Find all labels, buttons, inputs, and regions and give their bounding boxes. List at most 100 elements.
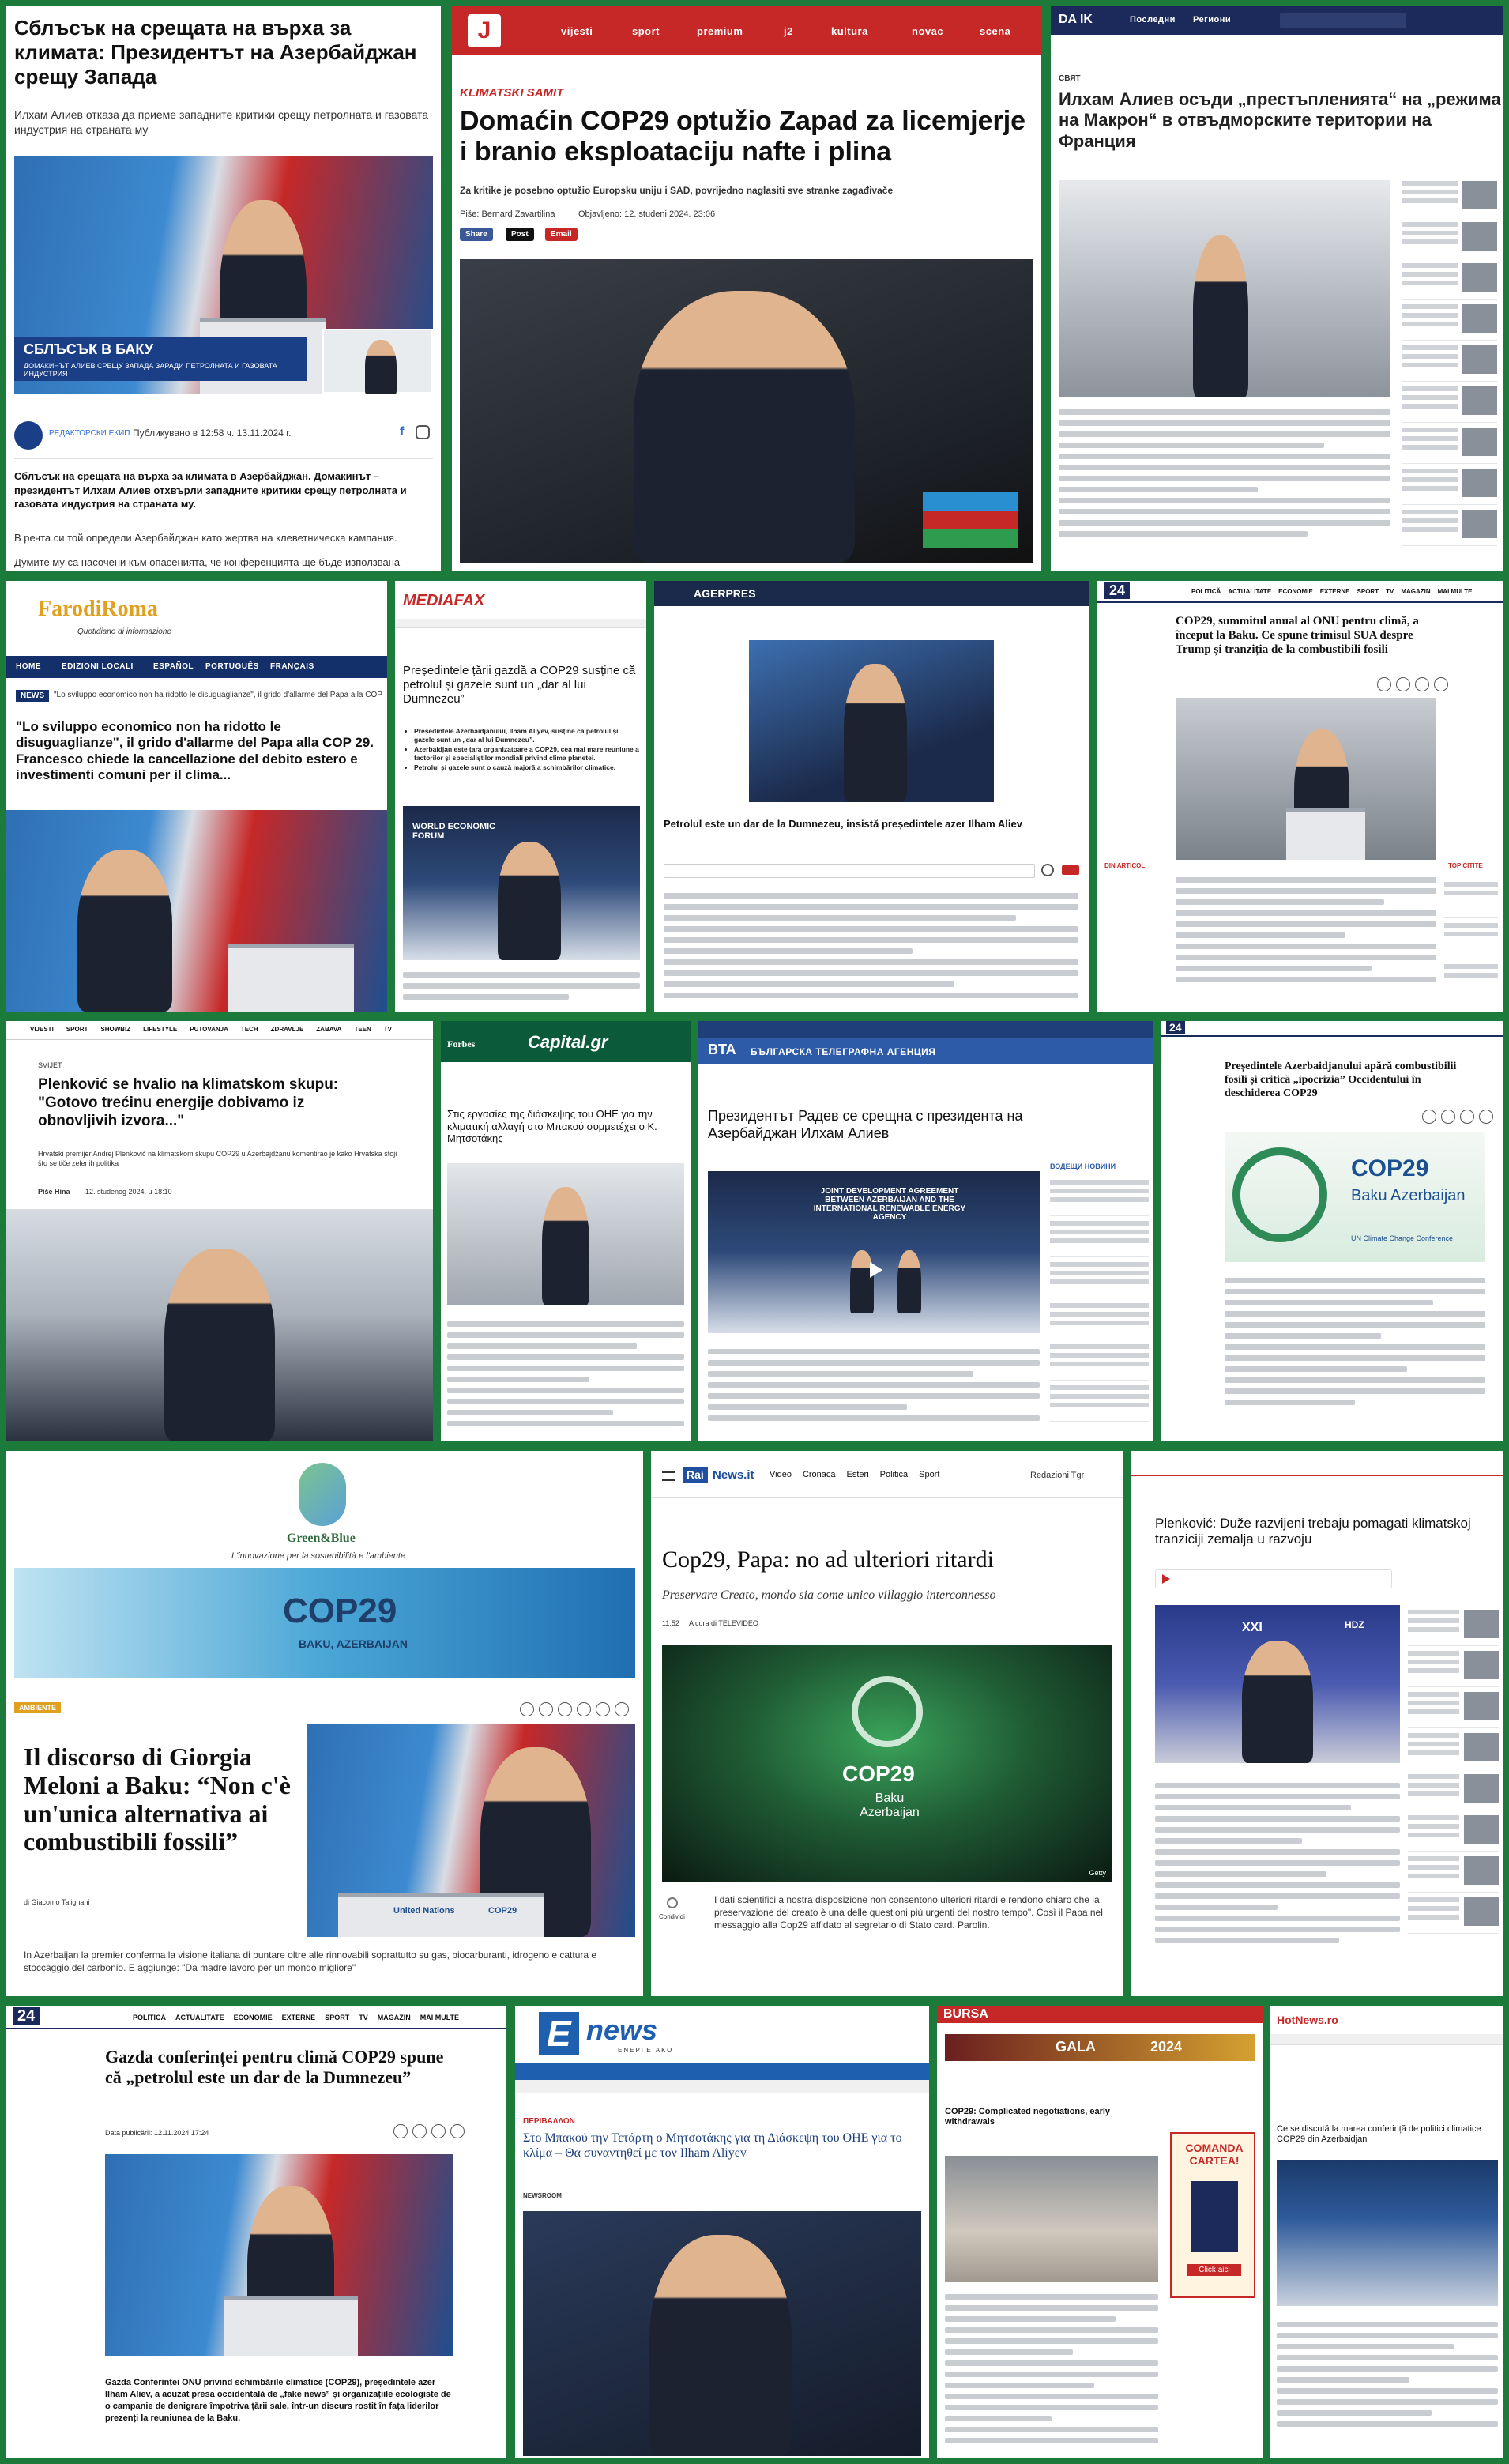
share-icons[interactable] [1422,1110,1493,1124]
share-icons[interactable] [520,1702,629,1716]
site-logo[interactable]: BURSA [943,2007,988,2021]
nav-item[interactable]: Sport [919,1470,939,1479]
menu-icon[interactable] [662,1471,675,1481]
nav-item[interactable]: ZDRAVLJE [271,1026,304,1033]
nav-item[interactable]: SPORT [325,2014,349,2021]
article-headline[interactable]: Domaćin COP29 optužio Zapad za licemjerj… [460,106,1029,168]
nav-item[interactable]: SPORT [66,1026,88,1033]
site-logo-suffix[interactable]: news [586,2014,657,2047]
author-label[interactable]: РЕДАКТОРСКИ ЕКИП [49,428,130,439]
nav-item[interactable]: ECONOMIE [234,2014,273,2021]
nav-item-sport[interactable]: sport [632,25,660,37]
tile-bursa[interactable]: BURSA GALA 2024 COP29: Complicated negot… [937,2006,1263,2458]
nav-item-local[interactable]: EDIZIONI LOCALI [62,662,134,671]
nav-item[interactable]: Politica [880,1470,908,1479]
site-logo[interactable]: MEDIAFAX [403,592,484,610]
nav-item[interactable]: VIJESTI [30,1026,54,1033]
article-headline[interactable]: Petrolul este un dar de la Dumnezeu, ins… [664,818,1082,831]
article-headline[interactable]: Gazda conferinței pentru climă COP29 spu… [105,2047,445,2089]
nav-item-espanol[interactable]: ESPAÑOL [153,662,194,671]
nav-item-latest[interactable]: Последни [1130,15,1176,24]
nav-item-kultura[interactable]: kultura [831,25,868,37]
site-logo[interactable]: DA IK [1059,13,1093,27]
site-logo[interactable]: AGERPRES [694,587,756,600]
nav-item[interactable]: EXTERNE [282,2014,316,2021]
article-headline[interactable]: Cop29, Papa: no ad ulteriori ritardi [662,1546,1120,1574]
site-logo[interactable]: Capital.gr [528,1032,608,1053]
site-logo[interactable]: 24 [1104,582,1131,599]
article-headline[interactable]: Plenković: Duže razvijeni trebaju pomaga… [1155,1516,1495,1548]
category-tag[interactable]: AMBIENTE [14,1702,61,1713]
nav-item[interactable]: ZABAVA [316,1026,341,1033]
nav-item[interactable]: Cronaca [803,1470,836,1479]
nav-item[interactable]: ACTUALITATE [1228,588,1271,595]
book-ad[interactable]: COMANDA CARTEA! Click aici [1170,2132,1255,2298]
nav-item[interactable]: MAGAZIN [1401,588,1430,595]
tile-mediafax[interactable]: MEDIAFAX Președintele țării gazdă a COP2… [395,581,646,1012]
share-icons[interactable] [393,2124,465,2138]
site-logo[interactable]: Green&Blue [287,1532,356,1546]
tile-stiri-24-fossil[interactable]: 24 Președintele Azerbaidjanului apără co… [1161,1021,1503,1441]
nav-item-portugues[interactable]: PORTUGUÊS [205,662,259,671]
article-headline[interactable]: Στις εργασίες της διάσκεψης του ΟΗΕ για … [447,1108,684,1145]
tile-agerpres[interactable]: AGERPRES Petrolul este un dar de la Dumn… [654,581,1089,1012]
article-headline[interactable]: Президентът Радев се срещна с президента… [708,1108,1040,1142]
article-headline[interactable]: Στο Μπακού την Τετάρτη ο Μητσοτάκης για … [523,2131,918,2161]
site-logo[interactable]: J [468,14,501,47]
search-input[interactable] [664,864,1035,878]
nav-item[interactable]: MAI MULTE [420,2014,459,2021]
tile-croatian-jutarnji[interactable]: J vijesti sport premium j2 kultura novac… [452,6,1041,571]
share-facebook-button[interactable]: Share [460,228,493,241]
site-logo[interactable]: FarodiRoma [38,597,158,622]
article-headline[interactable]: "Lo sviluppo economico non ha ridotto le… [16,719,379,784]
site-logo[interactable]: HotNews.ro [1277,2014,1338,2026]
tile-enews[interactable]: E news ΕΝΕΡΓΕΙΑΚΟ ΠΕΡΙΒΑΛΛΟΝ Στο Μπακού … [515,2006,929,2458]
article-headline[interactable]: COP29, summitul anual al ONU pentru clim… [1176,614,1436,657]
tile-green-and-blue[interactable]: Green&Blue L'innovazione per la sostenib… [6,1451,643,1996]
search-icon[interactable] [1041,864,1054,876]
article-headline[interactable]: COP29: Complicated negotiations, early w… [945,2107,1158,2127]
tile-rainews[interactable]: Rai News.it Video Cronaca Esteri Politic… [651,1451,1123,1996]
article-headline[interactable]: Președintele țării gazdă a COP29 susține… [403,664,640,706]
share-icons[interactable] [1377,677,1448,691]
nav-item[interactable]: TEEN [354,1026,371,1033]
tile-bulgarian-article[interactable]: Сблъсък на срещата на върха за климата: … [6,6,441,571]
nav-item[interactable]: TV [384,1026,392,1033]
site-logo[interactable]: Rai [683,1467,708,1483]
video-player[interactable] [1155,1569,1392,1588]
nav-item[interactable]: Esteri [847,1470,869,1479]
site-logo[interactable]: BTA [708,1042,736,1058]
tile-hotnews[interactable]: HotNews.ro Ce se discută la marea confer… [1270,2006,1503,2458]
ticker-text[interactable]: "Lo sviluppo economico non ha ridotto le… [54,690,382,701]
nav-item[interactable]: MAGAZIN [378,2014,411,2021]
site-logo[interactable]: 24 [1166,1021,1185,1034]
play-icon[interactable] [870,1262,882,1278]
related-list[interactable] [1408,1605,1499,1934]
nav-item[interactable]: ECONOMIE [1278,588,1313,595]
nav-item[interactable]: SPORT [1357,588,1379,595]
nav-item-regions[interactable]: Региони [1193,15,1231,24]
article-byline[interactable]: di Giacomo Talignani [24,1897,89,1907]
nav-item[interactable]: EXTERNE [1320,588,1350,595]
related-list[interactable] [1402,176,1497,546]
nav-item[interactable]: TECH [241,1026,258,1033]
nav-item[interactable]: MAI MULTE [1438,588,1473,595]
nav-item-premium[interactable]: premium [697,25,743,37]
nav-item[interactable]: SHOWBIZ [100,1026,130,1033]
leading-news-list[interactable] [1050,1175,1149,1422]
nav-item[interactable]: LIFESTYLE [143,1026,177,1033]
article-byline[interactable]: Piše: Bernard Zavartilina [460,209,555,220]
article-headline[interactable]: Il discorso di Giorgia Meloni a Baku: “N… [24,1743,292,1856]
tile-bulgarian-dnevnik[interactable]: DA IK Последни Региони СВЯТ Илхам Алиев … [1051,6,1503,571]
share-icon[interactable] [667,1897,678,1908]
nav-item[interactable]: ACTUALITATE [175,2014,224,2021]
site-logo[interactable]: 24 [13,2007,40,2025]
nav-item[interactable]: POLITICĂ [1191,588,1221,595]
nav-item[interactable]: TV [1386,588,1394,595]
article-headline[interactable]: Илхам Алиев осъди „престъпленията“ на „р… [1059,89,1501,152]
tile-stiri-24[interactable]: 24 POLITICĂ ACTUALITATE ECONOMIE EXTERNE… [1097,581,1503,1012]
search-input[interactable] [1280,13,1406,28]
ad-cta[interactable]: Click aici [1187,2264,1241,2276]
nav-item-home[interactable]: HOME [16,662,41,671]
tile-croatian-plenkovic-2[interactable]: Plenković: Duže razvijeni trebaju pomaga… [1131,1451,1503,1996]
